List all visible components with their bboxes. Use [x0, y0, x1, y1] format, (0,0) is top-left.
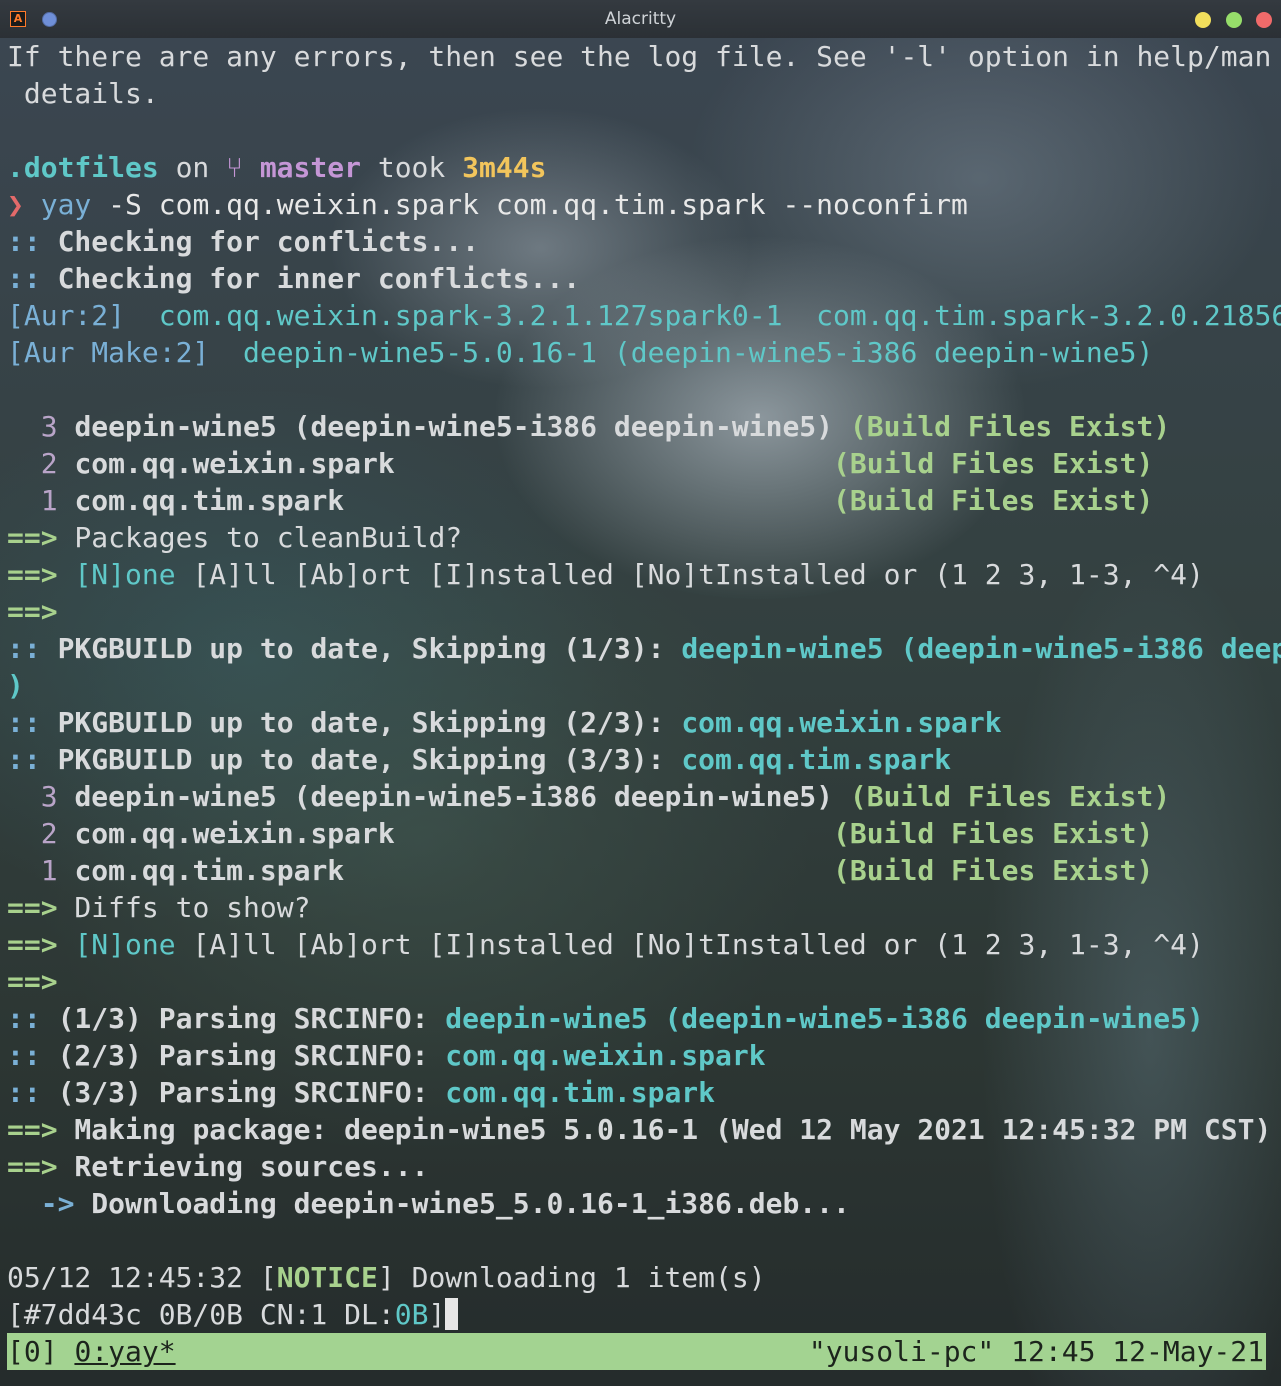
aur-make-packages: deepin-wine5-5.0.16-1 (deepin-wine5-i386…	[209, 336, 1154, 369]
command-args: -S com.qq.weixin.spark com.qq.tim.spark …	[91, 188, 968, 221]
output-line: :: Checking for conflicts...	[7, 225, 480, 258]
output-line: ==> Making package: deepin-wine5 5.0.16-…	[7, 1113, 1272, 1146]
aur-line: [Aur:2] com.qq.weixin.spark-3.2.1.127spa…	[7, 297, 1281, 334]
output-line: -> Downloading deepin-wine5_5.0.16-1_i38…	[7, 1187, 850, 1220]
output-line: :: (3/3) Parsing SRCINFO: com.qq.tim.spa…	[7, 1076, 716, 1109]
prompt-branch: master	[242, 151, 361, 184]
list-item: 1 com.qq.tim.spark (Build Files Exist)	[7, 854, 1154, 887]
conflict-text: Checking for conflicts...	[40, 225, 480, 258]
list-item: 3 deepin-wine5 (deepin-wine5-i386 deepin…	[7, 780, 1171, 813]
tmux-session: [0]	[7, 1335, 75, 1368]
output-line: )	[7, 669, 24, 702]
list-item: 2 com.qq.weixin.spark (Build Files Exist…	[7, 447, 1154, 480]
maximize-button[interactable]	[1226, 12, 1242, 28]
output-line: ==>	[7, 965, 58, 998]
aur-make-tag: [Aur Make:2]	[7, 336, 210, 369]
tmux-status-bar: [0] 0:yay* "yusoli-pc" 12:45 12-May-21	[7, 1333, 1266, 1370]
prompt-took: took	[360, 151, 463, 184]
aria2-progress-line: [#7dd43c 0B/0B CN:1 DL:0B]	[7, 1296, 459, 1333]
aria2-notice-line: 05/12 12:45:32 [NOTICE] Downloading 1 it…	[7, 1261, 766, 1294]
list-item: 2 com.qq.weixin.spark (Build Files Exist…	[7, 817, 1154, 850]
list-item: 1 com.qq.tim.spark (Build Files Exist)	[7, 484, 1154, 517]
title-bar[interactable]: A Alacritty	[0, 0, 1281, 39]
terminal-area[interactable]: If there are any errors, then see the lo…	[0, 38, 1281, 1386]
command-name: yay	[40, 188, 92, 221]
output-line: :: (2/3) Parsing SRCINFO: com.qq.weixin.…	[7, 1039, 766, 1072]
prompt-arrow-icon: ❯	[7, 188, 41, 221]
output-line: If there are any errors, then see the lo…	[7, 40, 1272, 73]
text-cursor	[445, 1298, 459, 1330]
git-branch-icon: ⑂	[226, 151, 243, 184]
output-line: ==> [N]one [A]ll [Ab]ort [I]nstalled [No…	[7, 928, 1204, 961]
output-line: :: (1/3) Parsing SRCINFO: deepin-wine5 (…	[7, 1002, 1204, 1035]
output-line: details.	[7, 77, 159, 110]
minimize-button[interactable]	[1195, 12, 1211, 28]
close-button[interactable]	[1256, 12, 1272, 28]
output-line: ==> Packages to cleanBuild?	[7, 521, 463, 554]
prompt-dir: .dotfiles	[7, 151, 159, 184]
output-line: ==> Diffs to show?	[7, 891, 311, 924]
conflict-text: Checking for inner conflicts...	[40, 262, 581, 295]
window-title: Alacritty	[604, 9, 677, 29]
output-line: :: PKGBUILD up to date, Skipping (2/3): …	[7, 706, 1002, 739]
output-line: :: PKGBUILD up to date, Skipping (3/3): …	[7, 743, 952, 776]
aur-tag: [Aur:2]	[7, 299, 126, 332]
output-line: :: Checking for inner conflicts...	[7, 262, 581, 295]
list-item: 3 deepin-wine5 (deepin-wine5-i386 deepin…	[7, 410, 1171, 443]
output-line: :: PKGBUILD up to date, Skipping (1/3): …	[7, 632, 1281, 665]
tmux-window-tab[interactable]: 0:yay*	[74, 1335, 175, 1368]
output-line: ==> [N]one [A]ll [Ab]ort [I]nstalled [No…	[7, 558, 1204, 591]
prompt-on: on	[158, 151, 227, 184]
tmux-status-right: "yusoli-pc" 12:45 12-May-21	[808, 1335, 1264, 1368]
aur-make-line: [Aur Make:2] deepin-wine5-5.0.16-1 (deep…	[7, 334, 1153, 371]
shell-prompt: .dotfiles on ⑂ master took 3m44s	[7, 149, 546, 186]
output-line: ==> Retrieving sources...	[7, 1150, 429, 1183]
aur-packages: com.qq.weixin.spark-3.2.1.127spark0-1 co…	[158, 299, 1281, 332]
command-line: ❯ yay -S com.qq.weixin.spark com.qq.tim.…	[7, 186, 968, 223]
prompt-duration: 3m44s	[462, 151, 547, 184]
output-line: ==>	[7, 595, 58, 628]
